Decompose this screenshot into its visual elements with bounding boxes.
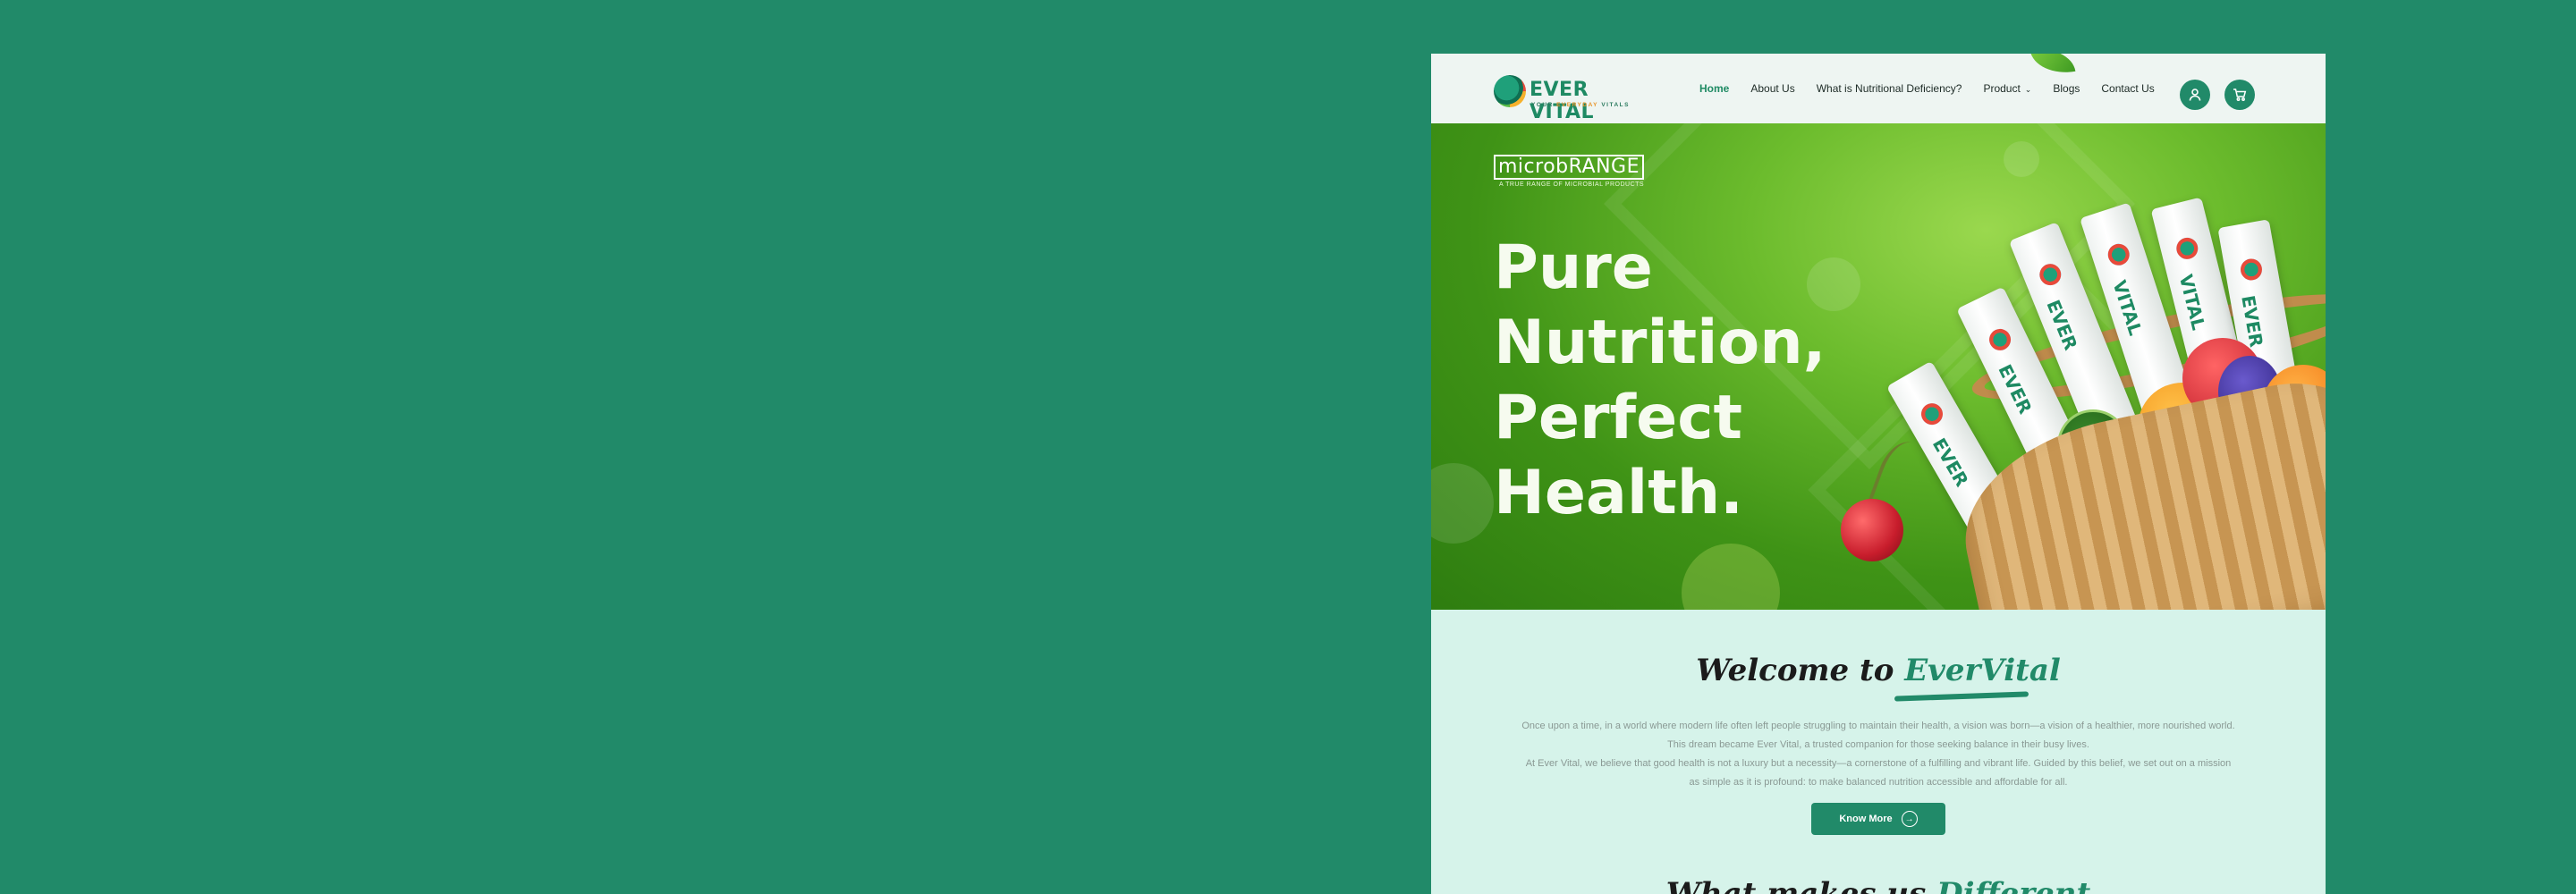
welcome-section: Welcome to EverVital Once upon a time, i…: [1431, 610, 2326, 894]
bokeh-light: [1431, 463, 1494, 544]
hero-headline: Pure Nutrition, Perfect Health.: [1494, 232, 1826, 528]
bokeh-light: [2004, 141, 2039, 177]
bokeh-light: [1682, 544, 1780, 610]
know-more-label: Know More: [1839, 814, 1893, 824]
logo-text: EVER VITAL: [1530, 79, 1595, 123]
website-frame: EVER VITAL YOUR EVERYDAY VITALS Home Abo…: [1431, 54, 2326, 894]
cart-button[interactable]: [2224, 80, 2255, 110]
nav-about-us[interactable]: About Us: [1750, 82, 1794, 95]
cherry-image: [1841, 499, 1903, 561]
nav-product[interactable]: Product ⌄: [1983, 82, 2031, 95]
nav-contact-us[interactable]: Contact Us: [2101, 82, 2154, 95]
logo-globe-icon: [1494, 75, 1526, 107]
microb-range-badge: microbRANGE A TRUE RANGE OF MICROBIAL PR…: [1494, 155, 1644, 188]
arrow-right-circle-icon: →: [1901, 811, 1918, 827]
intro-paragraph: Once upon a time, in a world where moder…: [1521, 721, 2235, 750]
site-logo[interactable]: EVER VITAL YOUR EVERYDAY VITALS: [1494, 72, 1648, 123]
logo-tagline: YOUR EVERYDAY VITALS: [1531, 102, 1630, 108]
nav-nutritional-deficiency[interactable]: What is Nutritional Deficiency?: [1817, 82, 1962, 95]
site-header: EVER VITAL YOUR EVERYDAY VITALS Home Abo…: [1431, 54, 2326, 123]
brush-underline: [1894, 691, 2029, 702]
user-icon: [2189, 89, 2201, 101]
nav-blogs[interactable]: Blogs: [2053, 82, 2080, 95]
cart-icon: [2233, 89, 2247, 101]
hero-banner: microbRANGE A TRUE RANGE OF MICROBIAL PR…: [1431, 123, 2326, 610]
badge-subtitle: A TRUE RANGE OF MICROBIAL PRODUCTS: [1499, 181, 1645, 188]
account-button[interactable]: [2180, 80, 2210, 110]
belief-paragraph: At Ever Vital, we believe that good heal…: [1525, 758, 2232, 788]
chevron-down-icon: ⌄: [2024, 85, 2032, 94]
main-nav: Home About Us What is Nutritional Defici…: [1699, 54, 2155, 123]
badge-title: microbRANGE: [1494, 155, 1644, 180]
different-heading: What makes us Different: [1665, 876, 2091, 894]
welcome-heading: Welcome to EverVital: [1696, 653, 2061, 688]
nav-home[interactable]: Home: [1699, 82, 1729, 95]
know-more-button[interactable]: Know More →: [1811, 803, 1945, 835]
